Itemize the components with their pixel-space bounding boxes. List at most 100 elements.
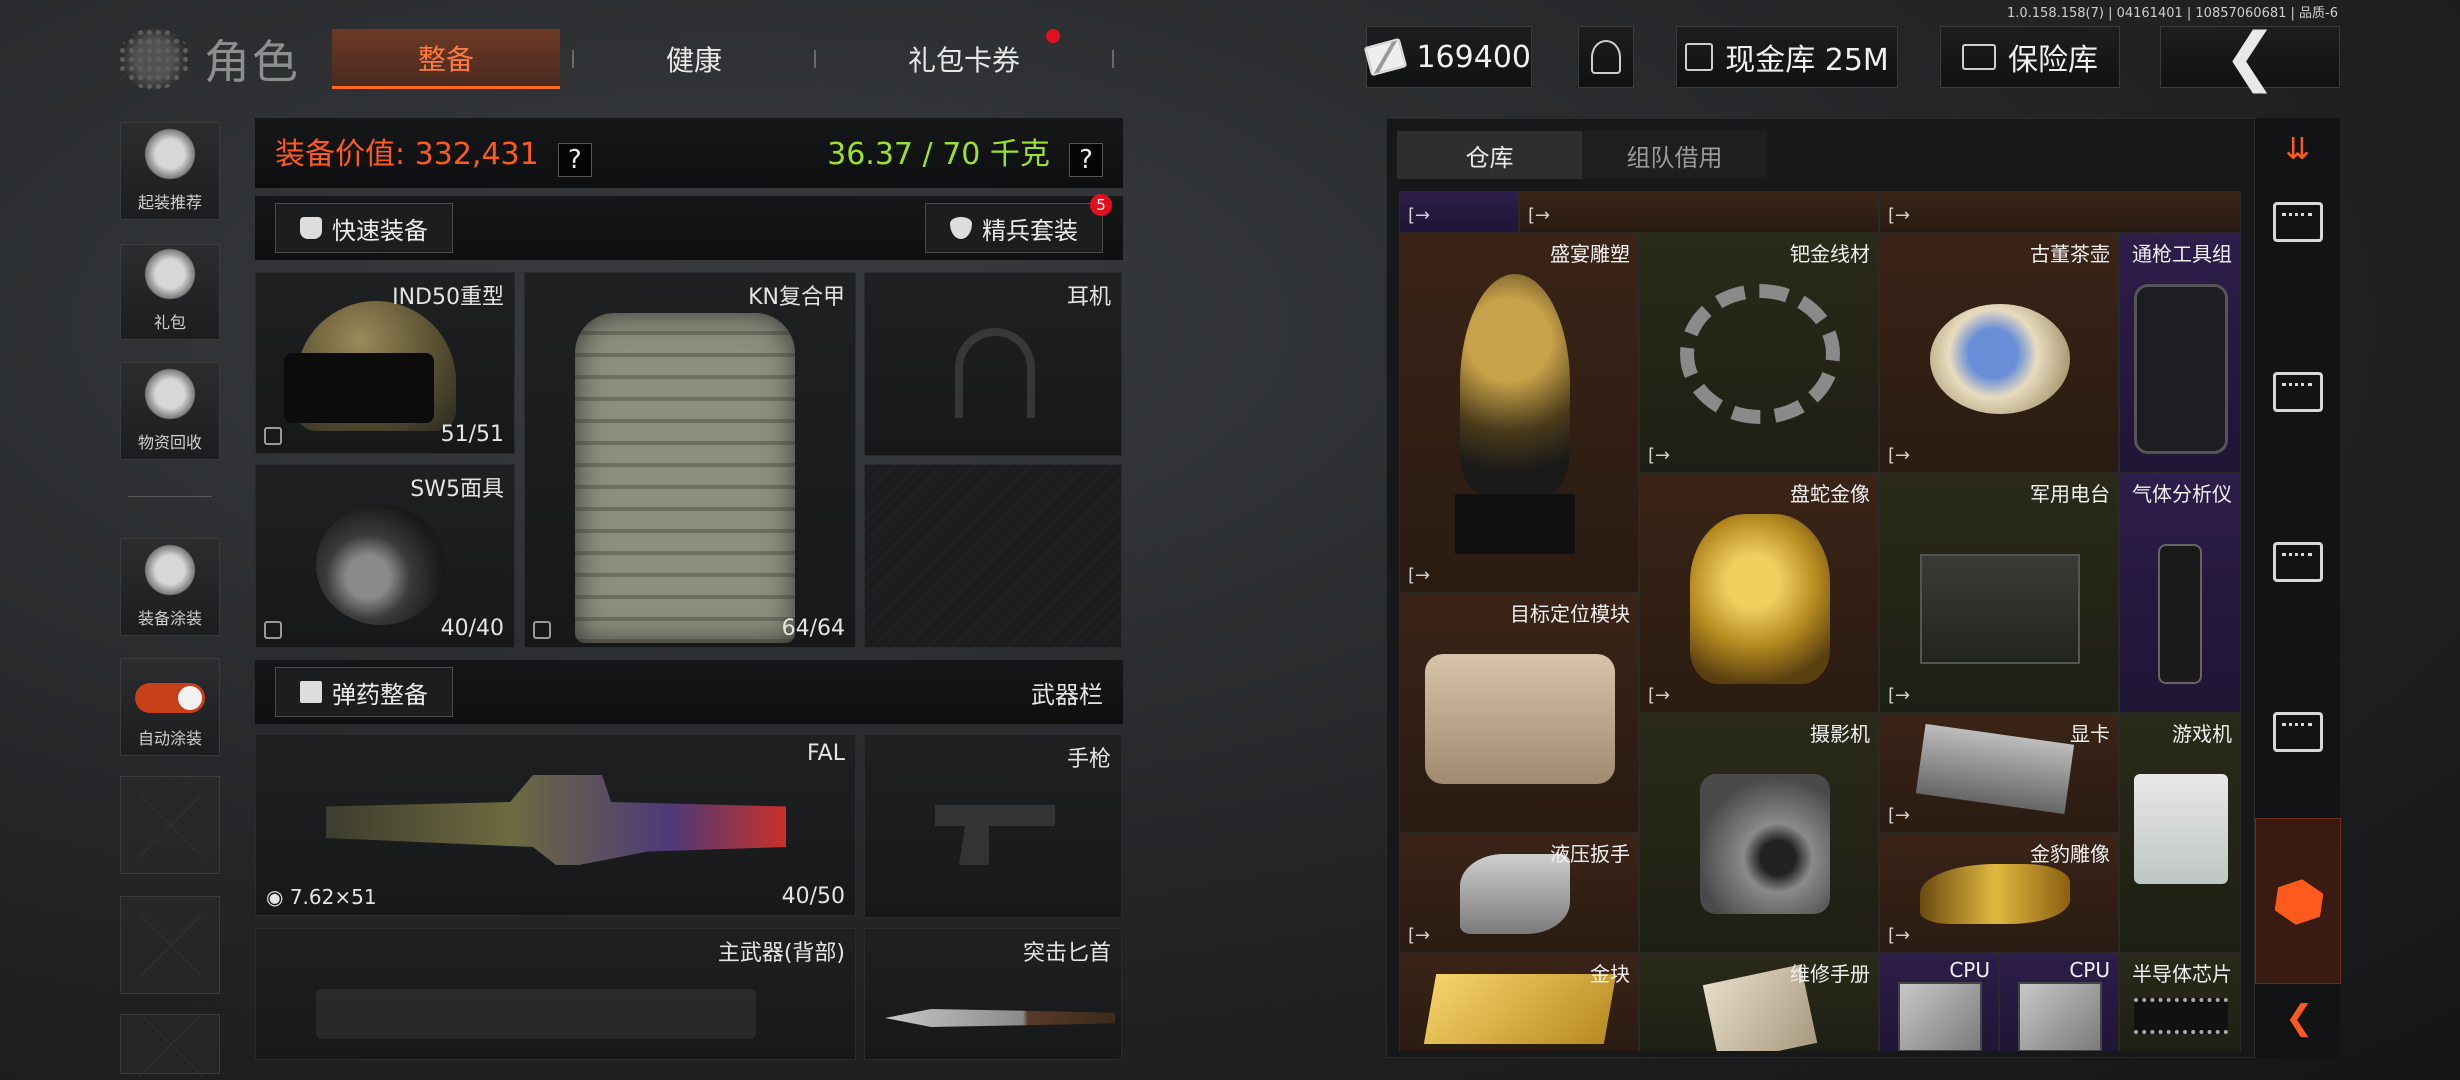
primary-weapon-slot[interactable]: FAL 40/50 ◉ 7.62×51 <box>255 734 856 916</box>
pistol-placeholder-icon <box>935 805 1055 865</box>
tab-label: 礼包卡券 <box>908 44 1021 77</box>
gas-analyzer-image <box>2158 544 2202 684</box>
tab-loadout[interactable]: 整备 <box>332 29 561 89</box>
container-tab-3-icon[interactable] <box>2273 542 2323 582</box>
item-cell[interactable]: [→ <box>1399 191 1519 233</box>
melee-slot[interactable]: 突击匕首 <box>864 928 1122 1060</box>
tab-team-borrow[interactable]: 组队借用 <box>1582 131 1767 179</box>
tab-gift-vouchers[interactable]: 礼包卡券 <box>828 29 1100 89</box>
helmet-visor-image <box>284 353 434 423</box>
item-cell[interactable]: 金块 <box>1399 953 1639 1051</box>
headset-slot[interactable]: 耳机 <box>864 272 1122 456</box>
item-cell[interactable]: 盛宴雕塑 [→ <box>1399 233 1639 593</box>
exit-icon: [→ <box>1888 685 1911 706</box>
safe-label: 保险库 <box>2008 43 2098 78</box>
equipment-value: 装备价值: 332,431 <box>275 137 539 173</box>
item-name: 液压扳手 <box>1550 842 1630 866</box>
sidebar-item-auto-paint[interactable]: 自动涂装 <box>120 658 220 756</box>
item-cell[interactable]: 游戏机 <box>2119 713 2241 953</box>
target-module-image <box>1425 654 1615 784</box>
armor-durability: 64/64 <box>781 616 845 641</box>
semiconductor-chip-image <box>2134 998 2228 1034</box>
knife-image <box>885 1009 1115 1027</box>
item-cell[interactable]: 维修手册 <box>1639 953 1879 1051</box>
exit-icon: [→ <box>1648 445 1671 466</box>
golden-leopard-image <box>1920 864 2070 924</box>
helmet-name: IND50重型 <box>392 285 504 310</box>
safe-button[interactable]: 保险库 <box>1940 26 2120 88</box>
ammo-manage-label: 弹药整备 <box>332 680 428 709</box>
pistol-label: 手枪 <box>1066 747 1111 772</box>
sidebar-item-paint[interactable]: 装备涂装 <box>120 538 220 636</box>
equipment-summary-bar: 装备价值: 332,431 ? 36.37 / 70 千克 ? <box>255 118 1123 188</box>
exit-icon: [→ <box>1888 205 1911 226</box>
sidebar-empty-slot <box>120 776 220 874</box>
item-cell[interactable]: [→ <box>1879 191 2241 233</box>
ammo-icon <box>300 681 322 703</box>
helmet-slot[interactable]: IND50重型 51/51 <box>255 272 515 454</box>
item-cell[interactable]: 摄影机 <box>1639 713 1879 953</box>
role-logo: 角色 <box>118 24 318 94</box>
container-tab-4-icon[interactable] <box>2273 712 2323 752</box>
item-cell[interactable]: 钯金线材 [→ <box>1639 233 1879 473</box>
item-cell[interactable]: CPU <box>1999 953 2119 1051</box>
tab-health[interactable]: 健康 <box>586 29 802 89</box>
carry-weight: 36.37 / 70 千克 <box>827 137 1050 173</box>
operator-button[interactable] <box>1578 26 1634 88</box>
item-name: 半导体芯片 <box>2132 962 2232 986</box>
weight-help-icon[interactable]: ? <box>1069 142 1103 177</box>
primary-back-label: 主武器(背部) <box>717 941 845 966</box>
sidebar-item-recommend[interactable]: 起装推荐 <box>120 122 220 220</box>
item-name: 维修手册 <box>1790 962 1870 986</box>
tab-warehouse[interactable]: 仓库 <box>1397 131 1582 179</box>
item-cell[interactable]: 半导体芯片 <box>2119 953 2241 1051</box>
cube-icon <box>533 621 551 639</box>
item-name: CPU <box>1949 958 1990 982</box>
sidebar-item-gift[interactable]: 礼包 <box>120 244 220 340</box>
cube-icon <box>264 621 282 639</box>
item-cell[interactable]: 军用电台 [→ <box>1879 473 2119 713</box>
auto-paint-toggle[interactable] <box>135 683 205 713</box>
item-cell[interactable]: 古董茶壶 [→ <box>1879 233 2119 473</box>
item-cell[interactable]: 液压扳手 [→ <box>1399 833 1639 953</box>
warehouse-page-rail: ⇊ ❮ <box>2254 118 2341 1058</box>
container-tab-selected[interactable] <box>2255 818 2341 984</box>
sidebar-item-recycle[interactable]: 物资回收 <box>120 362 220 460</box>
item-cell[interactable]: 盘蛇金像 [→ <box>1639 473 1879 713</box>
tab-label: 健康 <box>666 44 723 77</box>
item-cell[interactable]: 金豹雕像 [→ <box>1879 833 2119 953</box>
item-cell[interactable]: CPU <box>1879 953 1999 1051</box>
sort-icon[interactable]: ⇊ <box>2285 132 2310 167</box>
item-name: 古董茶壶 <box>2030 242 2110 266</box>
money-display[interactable]: 169400 <box>1363 26 1532 88</box>
item-cell[interactable]: [→ <box>1519 191 1879 233</box>
primary-back-slot[interactable]: 主武器(背部) <box>255 928 856 1060</box>
elite-set-button[interactable]: 精兵套装 5 <box>925 194 1112 253</box>
item-cell[interactable]: 目标定位模块 <box>1399 593 1639 833</box>
paint-icon <box>141 541 199 599</box>
game-console-image <box>2134 774 2228 884</box>
notification-dot <box>1046 29 1061 43</box>
exit-icon: [→ <box>1528 205 1551 226</box>
tab-label: 整备 <box>418 42 475 76</box>
pistol-slot[interactable]: 手枪 <box>864 734 1122 918</box>
armor-slot[interactable]: KN复合甲 64/64 <box>524 272 856 648</box>
tab-divider <box>572 50 575 68</box>
cash-vault-button[interactable]: 现金库 25M <box>1676 26 1898 88</box>
item-cell[interactable]: 显卡 [→ <box>1879 713 2119 833</box>
rifle-placeholder-icon <box>316 989 756 1039</box>
item-cell[interactable]: 气体分析仪 <box>2119 473 2241 713</box>
sidebar-item-label: 礼包 <box>153 313 186 332</box>
collapse-arrow-icon[interactable]: ❮ <box>2285 998 2314 1038</box>
mask-slot[interactable]: SW5面具 40/40 <box>255 464 515 648</box>
golden-snake-image <box>1690 514 1830 684</box>
tool-kit-image <box>2134 284 2228 454</box>
container-tab-2-icon[interactable] <box>2273 372 2323 412</box>
container-tab-1-icon[interactable] <box>2273 202 2323 242</box>
quick-equip-button[interactable]: 快速装备 <box>275 203 453 253</box>
item-cell[interactable]: 通枪工具组 <box>2119 233 2241 473</box>
value-help-icon[interactable]: ? <box>557 142 592 177</box>
back-button[interactable]: ❮ <box>2160 20 2340 94</box>
page-title: 角色 <box>204 35 300 89</box>
ammo-manage-button[interactable]: 弹药整备 <box>275 667 453 717</box>
